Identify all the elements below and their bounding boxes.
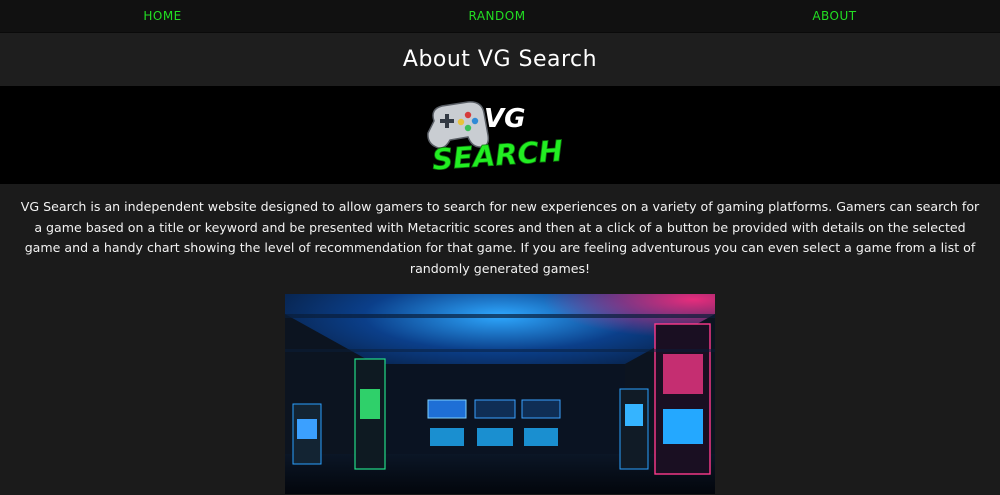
about-description: VG Search is an independent website desi… [0, 184, 1000, 294]
page-header: About VG Search [0, 33, 1000, 86]
nav-random-link[interactable]: RANDOM [469, 9, 526, 23]
description-text: VG Search is an independent website desi… [20, 199, 980, 276]
logo-banner: VG SEARCH [0, 86, 1000, 184]
hero-container [0, 294, 1000, 494]
nav-home-link[interactable]: HOME [143, 9, 181, 23]
arcade-room-image [285, 294, 715, 494]
top-nav: HOME RANDOM ABOUT [0, 0, 1000, 33]
vg-search-logo: VG SEARCH [427, 101, 564, 175]
page-title: About VG Search [402, 47, 598, 72]
logo-wordmark-vg: VG [484, 104, 525, 134]
nav-about-link[interactable]: ABOUT [812, 9, 856, 23]
